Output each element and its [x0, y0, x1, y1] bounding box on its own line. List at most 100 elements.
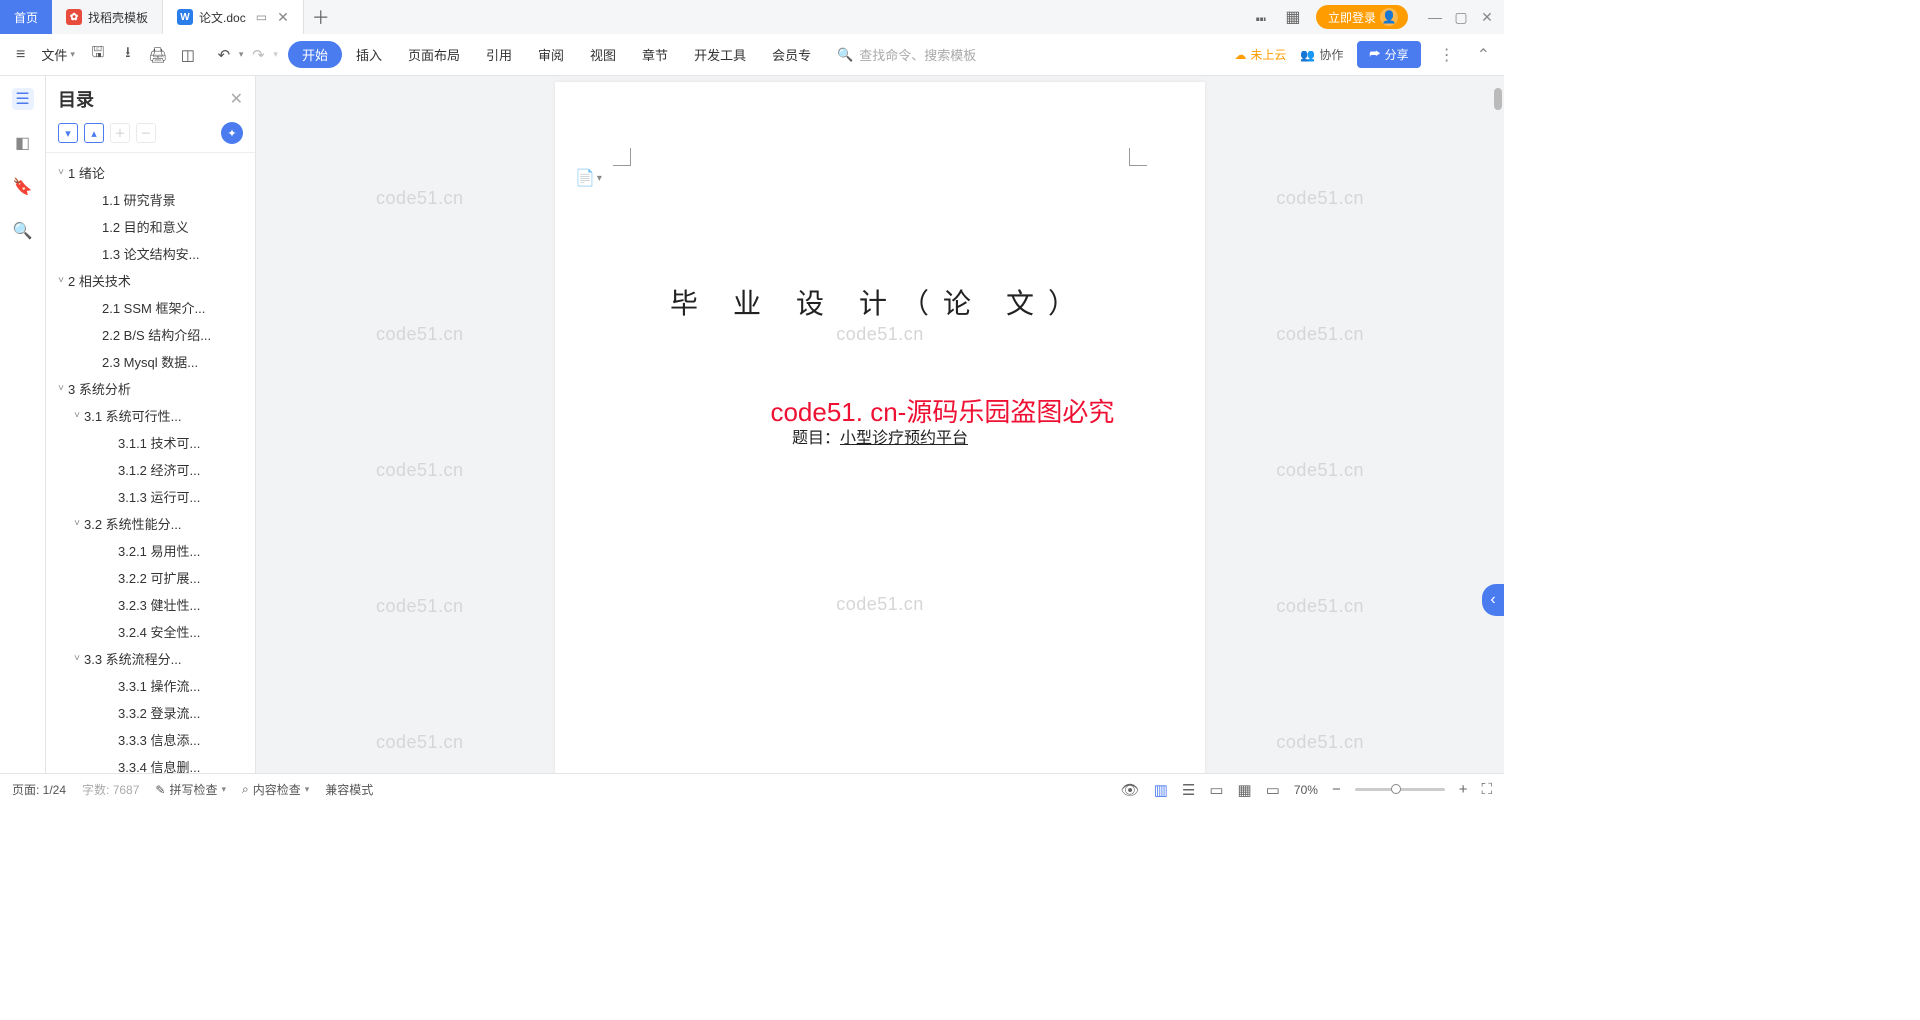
chevron-down-icon[interactable]: ˅: [70, 518, 84, 529]
vertical-scrollbar[interactable]: [1490, 76, 1504, 773]
close-icon[interactable]: ✕: [277, 9, 289, 26]
undo-dropdown[interactable]: ▾: [239, 49, 244, 60]
spellcheck-toggle[interactable]: ✎拼写检查▾: [155, 781, 226, 798]
command-search[interactable]: 🔍 查找命令、搜索模板: [837, 45, 976, 64]
outline-item[interactable]: ˅3.1 系统可行性...: [54, 402, 251, 429]
search-rail-icon[interactable]: 🔍: [12, 220, 34, 242]
outline-item[interactable]: 3.2.2 可扩展...: [54, 564, 251, 591]
outline-item[interactable]: 1.1 研究背景: [54, 186, 251, 213]
menu-页面布局[interactable]: 页面布局: [396, 45, 472, 64]
eye-icon[interactable]: 👁: [1121, 781, 1140, 799]
zoom-slider[interactable]: [1355, 788, 1445, 791]
collab-button[interactable]: 👥协作: [1300, 46, 1343, 63]
menu-开始[interactable]: 开始: [288, 41, 342, 68]
outline-item[interactable]: 3.3.1 操作流...: [54, 672, 251, 699]
cloud-status[interactable]: ☁未上云: [1234, 46, 1286, 63]
cast-icon[interactable]: ▭: [256, 10, 267, 24]
outline-item[interactable]: ˅3.3 系统流程分...: [54, 645, 251, 672]
new-tab-button[interactable]: ＋: [304, 4, 338, 30]
compat-mode[interactable]: 兼容模式: [325, 781, 373, 798]
login-button[interactable]: 立即登录 👤: [1316, 5, 1408, 29]
chevron-down-icon[interactable]: ˅: [70, 653, 84, 664]
menu-插入[interactable]: 插入: [344, 45, 394, 64]
collapse-all-icon[interactable]: ▾: [58, 123, 78, 143]
outline-item[interactable]: 2.2 B/S 结构介绍...: [54, 321, 251, 348]
file-menu[interactable]: 文件▾: [35, 45, 81, 64]
print-icon[interactable]: 🖨: [145, 42, 171, 68]
contentcheck-toggle[interactable]: ⌕内容检查▾: [242, 781, 309, 798]
expand-all-icon[interactable]: ▴: [84, 123, 104, 143]
outline-item[interactable]: 2.1 SSM 框架介...: [54, 294, 251, 321]
ai-assistant-icon[interactable]: ✦: [221, 122, 243, 144]
outline-item[interactable]: 3.2.1 易用性...: [54, 537, 251, 564]
outline-item[interactable]: ˅3 系统分析: [54, 375, 251, 402]
chevron-down-icon[interactable]: ˅: [54, 167, 68, 178]
outline-view-icon[interactable]: ☰: [1182, 781, 1195, 799]
zoom-plus-icon[interactable]: +: [1459, 781, 1468, 798]
outline-item[interactable]: 3.1.1 技术可...: [54, 429, 251, 456]
print-preview-icon[interactable]: ◫: [175, 42, 201, 68]
menu-开发工具[interactable]: 开发工具: [682, 45, 758, 64]
outline-item[interactable]: 3.3.3 信息添...: [54, 726, 251, 753]
web-view-icon[interactable]: ▭: [1209, 781, 1223, 799]
layout-icon[interactable]: ⑉: [1252, 8, 1270, 26]
document-canvas[interactable]: code51.cn code51.cn code51.cn code51.cn …: [256, 76, 1504, 773]
remove-heading-icon[interactable]: －: [136, 123, 156, 143]
redo-dropdown[interactable]: ▾: [273, 49, 278, 60]
outline-item[interactable]: 3.2.3 健壮性...: [54, 591, 251, 618]
menu-审阅[interactable]: 审阅: [526, 45, 576, 64]
tab-document[interactable]: W 论文.doc ▭ ✕: [163, 0, 304, 34]
side-float-button[interactable]: ‹: [1482, 584, 1504, 616]
share-button[interactable]: ⮫分享: [1357, 41, 1420, 68]
tab-templates[interactable]: ✿ 找稻壳模板: [52, 0, 163, 34]
outline-item[interactable]: 3.2.4 安全性...: [54, 618, 251, 645]
minimize-button[interactable]: —: [1428, 9, 1442, 26]
chevron-down-icon[interactable]: ˅: [54, 383, 68, 394]
outline-tree[interactable]: ˅1 绪论 1.1 研究背景 1.2 目的和意义 1.3 论文结构安...˅2 …: [46, 153, 255, 773]
outline-item[interactable]: ˅1 绪论: [54, 159, 251, 186]
tab-home[interactable]: 首页: [0, 0, 52, 34]
zoom-level[interactable]: 70%: [1294, 783, 1318, 797]
outline-item[interactable]: ˅3.2 系统性能分...: [54, 510, 251, 537]
outline-item[interactable]: 2.3 Mysql 数据...: [54, 348, 251, 375]
zoom-minus-icon[interactable]: −: [1332, 781, 1341, 798]
redo-icon[interactable]: ↷: [245, 42, 271, 68]
read-view-icon[interactable]: ▦: [1238, 781, 1252, 799]
apps-icon[interactable]: ▦: [1284, 8, 1302, 26]
outline-item[interactable]: 1.2 目的和意义: [54, 213, 251, 240]
outline-item[interactable]: 3.3.2 登录流...: [54, 699, 251, 726]
more-icon[interactable]: ⋮: [1435, 45, 1459, 65]
outline-item[interactable]: ˅2 相关技术: [54, 267, 251, 294]
menu-章节[interactable]: 章节: [630, 45, 680, 64]
undo-icon[interactable]: ↶: [211, 42, 237, 68]
add-heading-icon[interactable]: ＋: [110, 123, 130, 143]
word-count[interactable]: 字数: 7687: [82, 781, 139, 798]
menu-引用[interactable]: 引用: [474, 45, 524, 64]
outline-item[interactable]: 3.1.3 运行可...: [54, 483, 251, 510]
page-options-icon[interactable]: 📄▾: [575, 168, 602, 188]
bookmark-rail-icon[interactable]: 🔖: [12, 176, 34, 198]
chevron-down-icon[interactable]: ˅: [54, 275, 68, 286]
zoom-out-icon[interactable]: ▭: [1266, 781, 1280, 799]
outline-rail-icon[interactable]: ☰: [12, 88, 34, 110]
menu-视图[interactable]: 视图: [578, 45, 628, 64]
zoom-knob[interactable]: [1391, 784, 1401, 794]
nav-rail-icon[interactable]: ◧: [12, 132, 34, 154]
outline-close-icon[interactable]: ✕: [230, 89, 243, 109]
save-icon[interactable]: 🖫: [85, 42, 111, 68]
maximize-button[interactable]: ▢: [1454, 9, 1468, 26]
outline-item[interactable]: 3.3.4 信息删...: [54, 753, 251, 773]
page-view-icon[interactable]: ▥: [1154, 781, 1168, 799]
menu-会员专[interactable]: 会员专: [760, 45, 823, 64]
chevron-down-icon[interactable]: ˅: [70, 410, 84, 421]
outline-item[interactable]: 3.1.2 经济可...: [54, 456, 251, 483]
collapse-ribbon-icon[interactable]: ⌃: [1473, 45, 1494, 65]
page-indicator[interactable]: 页面: 1/24: [12, 781, 66, 798]
outline-item[interactable]: 1.3 论文结构安...: [54, 240, 251, 267]
hamburger-icon[interactable]: ≡: [10, 46, 31, 64]
save-as-icon[interactable]: ⭳: [115, 42, 141, 68]
scrollbar-thumb[interactable]: [1494, 88, 1502, 110]
close-window-button[interactable]: ✕: [1480, 9, 1494, 26]
side-rail: ☰ ◧ 🔖 🔍: [0, 76, 46, 773]
fullscreen-icon[interactable]: ⛶: [1481, 781, 1492, 798]
